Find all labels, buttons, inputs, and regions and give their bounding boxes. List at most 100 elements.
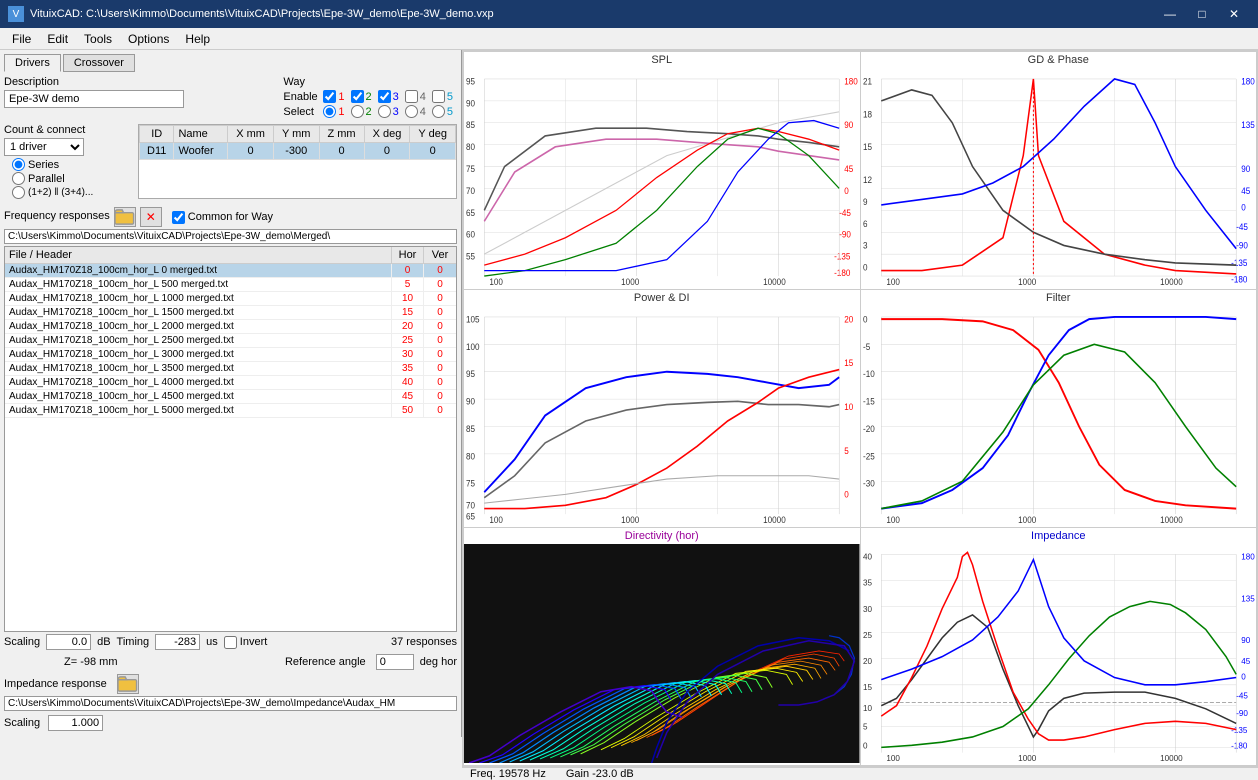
title-bar: V VituixCAD: C:\Users\Kimmo\Documents\Vi… <box>0 0 1258 28</box>
chart-spl-area: 95 90 85 80 75 70 65 60 55 180 90 45 0 <box>464 68 860 287</box>
svg-text:-5: -5 <box>863 342 871 352</box>
enable-3[interactable]: 3 <box>378 90 399 103</box>
chart-spl-title: SPL <box>464 52 860 68</box>
driver-y: -300 <box>273 143 319 160</box>
file-name: Audax_HM170Z18_100cm_hor_L 0 merged.txt <box>5 264 392 277</box>
menu-tools[interactable]: Tools <box>76 30 120 48</box>
svg-text:70: 70 <box>466 186 475 196</box>
svg-text:0: 0 <box>863 262 868 272</box>
file-list-body[interactable]: Audax_HM170Z18_100cm_hor_L 0 merged.txt … <box>5 264 456 631</box>
svg-text:-45: -45 <box>1236 222 1248 232</box>
select-3[interactable]: 3 <box>378 105 399 118</box>
th-xdeg: X deg <box>364 126 410 143</box>
file-hor: 15 <box>392 306 424 319</box>
impedance-folder-btn[interactable] <box>117 674 139 694</box>
series-radio[interactable]: Series <box>12 158 134 171</box>
driver-count-select[interactable]: 1 driver 2 drivers 3 drivers <box>4 138 84 156</box>
svg-text:-30: -30 <box>863 478 875 488</box>
imp-scaling-input[interactable] <box>48 715 103 731</box>
file-name: Audax_HM170Z18_100cm_hor_L 2000 merged.t… <box>5 320 392 333</box>
file-row[interactable]: Audax_HM170Z18_100cm_hor_L 1500 merged.t… <box>5 306 456 320</box>
enable-5[interactable]: 5 <box>432 90 453 103</box>
svg-text:40: 40 <box>863 553 872 562</box>
invert-label[interactable]: Invert <box>224 636 268 649</box>
file-row[interactable]: Audax_HM170Z18_100cm_hor_L 1000 merged.t… <box>5 292 456 306</box>
impedance-label: Impedance response <box>4 678 107 690</box>
file-hor: 20 <box>392 320 424 333</box>
svg-text:20: 20 <box>863 657 872 666</box>
enable-1[interactable]: 1 <box>323 90 344 103</box>
svg-text:90: 90 <box>844 120 853 130</box>
invert-checkbox[interactable] <box>224 636 237 649</box>
file-row[interactable]: Audax_HM170Z18_100cm_hor_L 0 merged.txt … <box>5 264 456 278</box>
scaling-input[interactable] <box>46 634 91 650</box>
menu-edit[interactable]: Edit <box>39 30 76 48</box>
file-row[interactable]: Audax_HM170Z18_100cm_hor_L 4500 merged.t… <box>5 390 456 404</box>
svg-text:45: 45 <box>1241 186 1250 196</box>
svg-text:65: 65 <box>466 208 475 218</box>
close-button[interactable]: ✕ <box>1218 0 1250 28</box>
file-row[interactable]: Audax_HM170Z18_100cm_hor_L 500 merged.tx… <box>5 278 456 292</box>
menu-file[interactable]: File <box>4 30 39 48</box>
common-for-way-label[interactable]: Common for Way <box>172 211 273 224</box>
svg-text:10000: 10000 <box>1160 754 1183 763</box>
chart-filter-title: Filter <box>861 290 1257 306</box>
enable-2[interactable]: 2 <box>351 90 372 103</box>
driver-xdeg: 0 <box>364 143 410 160</box>
svg-text:0: 0 <box>863 314 868 324</box>
timing-input[interactable] <box>155 634 200 650</box>
enable-4[interactable]: 4 <box>405 90 426 103</box>
svg-text:90: 90 <box>466 396 475 406</box>
charts-grid: SPL 95 90 85 80 75 70 65 60 55 <box>462 50 1258 767</box>
svg-text:15: 15 <box>844 358 853 368</box>
scaling-label: Scaling <box>4 636 40 648</box>
svg-text:0: 0 <box>1241 673 1246 682</box>
menu-help[interactable]: Help <box>177 30 218 48</box>
tab-crossover[interactable]: Crossover <box>63 54 135 72</box>
svg-text:-10: -10 <box>863 369 875 379</box>
svg-text:-135: -135 <box>1231 726 1248 735</box>
svg-text:1000: 1000 <box>1018 754 1036 763</box>
file-name: Audax_HM170Z18_100cm_hor_L 2500 merged.t… <box>5 334 392 347</box>
svg-text:90: 90 <box>466 98 475 108</box>
description-input[interactable] <box>4 90 184 108</box>
main-layout: Drivers Crossover Description Way Enable… <box>0 50 1258 737</box>
file-row[interactable]: Audax_HM170Z18_100cm_hor_L 5000 merged.t… <box>5 404 456 418</box>
parallel-radio[interactable]: Parallel <box>12 172 134 185</box>
connect-radio-group: Series Parallel (1+2) ‖ (3+4)... <box>12 158 134 199</box>
file-row[interactable]: Audax_HM170Z18_100cm_hor_L 2000 merged.t… <box>5 320 456 334</box>
select-5[interactable]: 5 <box>432 105 453 118</box>
common-for-way-checkbox[interactable] <box>172 211 185 224</box>
svg-text:105: 105 <box>466 314 480 324</box>
file-row[interactable]: Audax_HM170Z18_100cm_hor_L 4000 merged.t… <box>5 376 456 390</box>
fl-header-file: File / Header <box>5 247 392 263</box>
tab-drivers[interactable]: Drivers <box>4 54 61 72</box>
menu-options[interactable]: Options <box>120 30 177 48</box>
svg-text:95: 95 <box>466 369 475 379</box>
svg-text:85: 85 <box>466 120 475 130</box>
freq-folder-btn[interactable] <box>114 207 136 227</box>
maximize-button[interactable]: □ <box>1186 0 1218 28</box>
select-2[interactable]: 2 <box>351 105 372 118</box>
freq-delete-btn[interactable]: ✕ <box>140 207 162 227</box>
chart-directivity-area <box>464 544 860 763</box>
chart-directivity-title: Directivity (hor) <box>464 528 860 544</box>
file-row[interactable]: Audax_HM170Z18_100cm_hor_L 2500 merged.t… <box>5 334 456 348</box>
ref-angle-input[interactable] <box>376 654 414 670</box>
svg-text:45: 45 <box>844 164 853 174</box>
z-ref-row: Z= -98 mm Reference angle deg hor <box>4 652 457 672</box>
svg-text:-135: -135 <box>1231 258 1248 268</box>
driver-row[interactable]: D11 Woofer 0 -300 0 0 0 <box>140 143 456 160</box>
minimize-button[interactable]: — <box>1154 0 1186 28</box>
combo-radio[interactable]: (1+2) ‖ (3+4)... <box>12 186 134 199</box>
file-ver: 0 <box>424 404 456 417</box>
file-row[interactable]: Audax_HM170Z18_100cm_hor_L 3000 merged.t… <box>5 348 456 362</box>
freq-path: C:\Users\Kimmo\Documents\VituixCAD\Proje… <box>4 229 457 244</box>
svg-text:55: 55 <box>466 251 475 261</box>
select-1[interactable]: 1 <box>323 105 344 118</box>
file-hor: 35 <box>392 362 424 375</box>
select-4[interactable]: 4 <box>405 105 426 118</box>
svg-text:-20: -20 <box>863 424 875 434</box>
svg-text:75: 75 <box>466 164 475 174</box>
file-row[interactable]: Audax_HM170Z18_100cm_hor_L 3500 merged.t… <box>5 362 456 376</box>
